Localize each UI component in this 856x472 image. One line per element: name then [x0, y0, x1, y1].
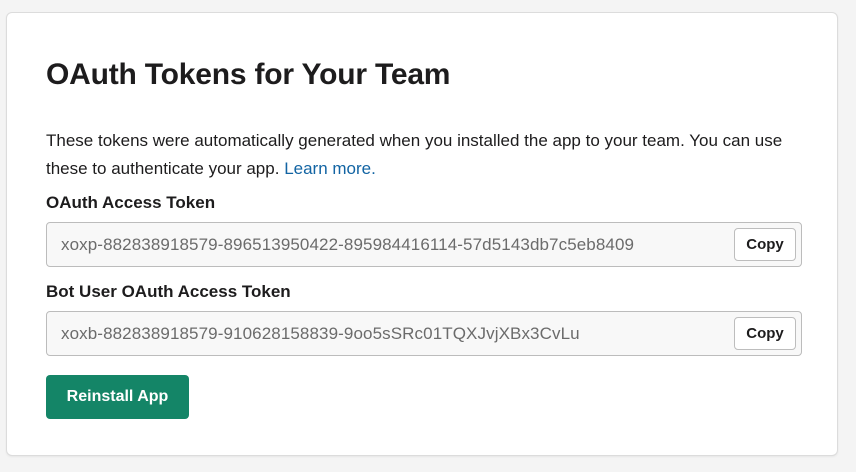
oauth-access-token-label: OAuth Access Token [46, 193, 216, 212]
copy-oauth-token-button[interactable]: Copy [734, 228, 796, 261]
bot-user-oauth-access-token-value[interactable]: xoxb-882838918579-910628158839-9oo5sSRc0… [61, 312, 580, 355]
learn-more-link[interactable]: Learn more. [284, 159, 376, 178]
reinstall-app-button[interactable]: Reinstall App [46, 375, 189, 419]
copy-bot-token-button[interactable]: Copy [734, 317, 796, 350]
oauth-tokens-card: OAuth Tokens for Your Team These tokens … [6, 12, 838, 456]
description-text: These tokens were automatically generate… [46, 131, 783, 178]
description: These tokens were automatically generate… [46, 127, 806, 183]
oauth-access-token-value[interactable]: xoxp-882838918579-896513950422-895984416… [61, 223, 634, 266]
page-title: OAuth Tokens for Your Team [46, 58, 451, 91]
bot-user-oauth-access-token-label: Bot User OAuth Access Token [46, 282, 291, 301]
bot-user-oauth-access-token-field[interactable]: xoxb-882838918579-910628158839-9oo5sSRc0… [46, 311, 802, 356]
oauth-access-token-field[interactable]: xoxp-882838918579-896513950422-895984416… [46, 222, 802, 267]
